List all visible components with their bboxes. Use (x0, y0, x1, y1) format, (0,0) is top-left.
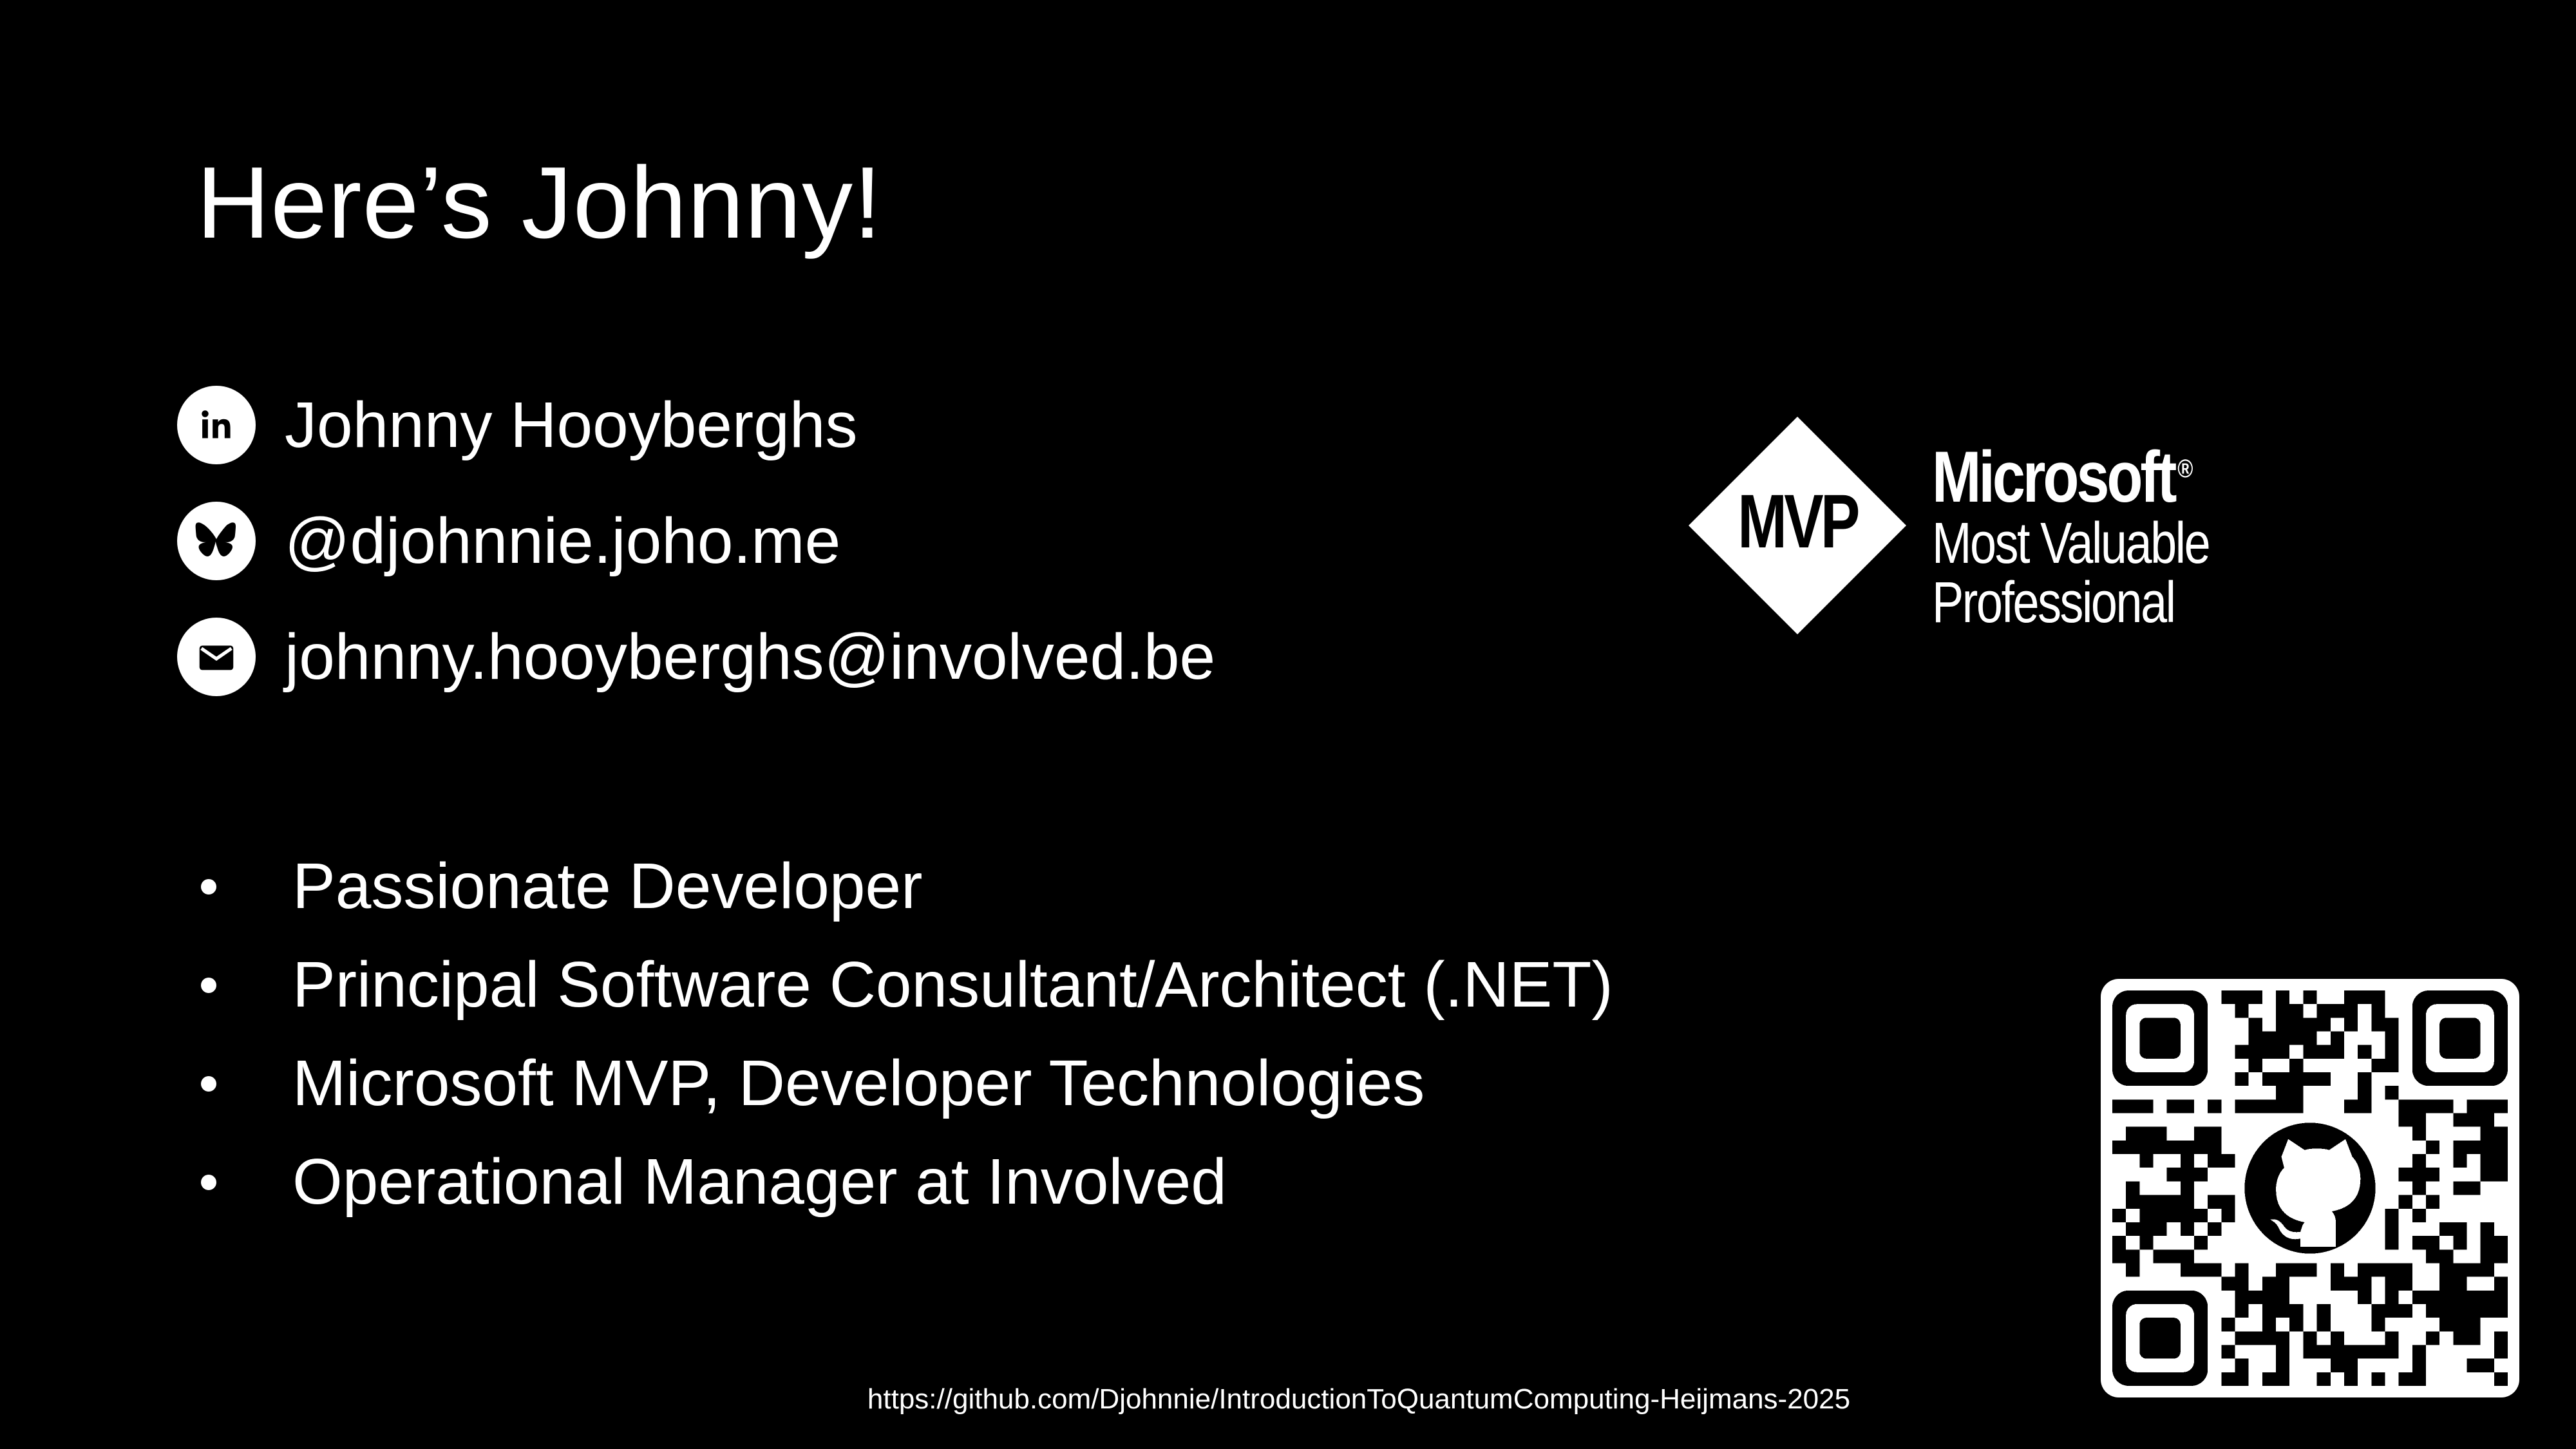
contact-email: johnny.hooyberghs@involved.be (177, 615, 1215, 699)
bullet-dot (201, 1075, 216, 1092)
qr-code-matrix (2112, 990, 2508, 1386)
linkedin-icon (177, 386, 256, 464)
mvp-wordmark: Microsoft ® Most Valuable Professional (1932, 441, 2270, 632)
bullet-dot (201, 1174, 216, 1190)
mvp-diamond-icon: MVP (1689, 417, 1906, 634)
qr-code[interactable] (2101, 979, 2519, 1397)
bullet-dot (201, 878, 216, 895)
bullet-item: Operational Manager at Involved (193, 1133, 1613, 1231)
microsoft-mvp-logo: MVP Microsoft ® Most Valuable Professiona… (1687, 415, 2241, 641)
bullet-text: Microsoft MVP, Developer Technologies (292, 1047, 1425, 1119)
bullet-item: Principal Software Consultant/Architect … (193, 936, 1613, 1034)
email-address[interactable]: johnny.hooyberghs@involved.be (285, 625, 1215, 689)
bullet-text: Principal Software Consultant/Architect … (292, 949, 1613, 1021)
bullet-list: Passionate Developer Principal Software … (193, 837, 1613, 1231)
bullet-text: Passionate Developer (292, 850, 923, 922)
contact-linkedin: Johnny Hooyberghs (177, 383, 857, 467)
email-icon (177, 618, 256, 696)
bullet-item: Microsoft MVP, Developer Technologies (193, 1034, 1613, 1133)
linkedin-name[interactable]: Johnny Hooyberghs (285, 393, 857, 457)
bluesky-handle[interactable]: @djohnnie.joho.me (285, 509, 840, 573)
bullet-item: Passionate Developer (193, 837, 1613, 936)
contact-bluesky: @djohnnie.joho.me (177, 499, 840, 583)
mvp-diamond-text: MVP (1738, 479, 1858, 564)
bullet-text: Operational Manager at Involved (292, 1146, 1227, 1218)
github-icon (2244, 1122, 2376, 1254)
bullet-dot (201, 977, 216, 993)
mvp-line-professional: Professional (1932, 571, 2176, 635)
slide-title: Here’s Johnny! (196, 146, 882, 260)
bluesky-icon (177, 502, 256, 580)
repository-url[interactable]: https://github.com/Djohnnie/Introduction… (0, 1383, 2576, 1416)
mvp-line-microsoft: Microsoft ® (1932, 437, 2193, 517)
mvp-line-most-valuable: Most Valuable (1932, 511, 2211, 576)
